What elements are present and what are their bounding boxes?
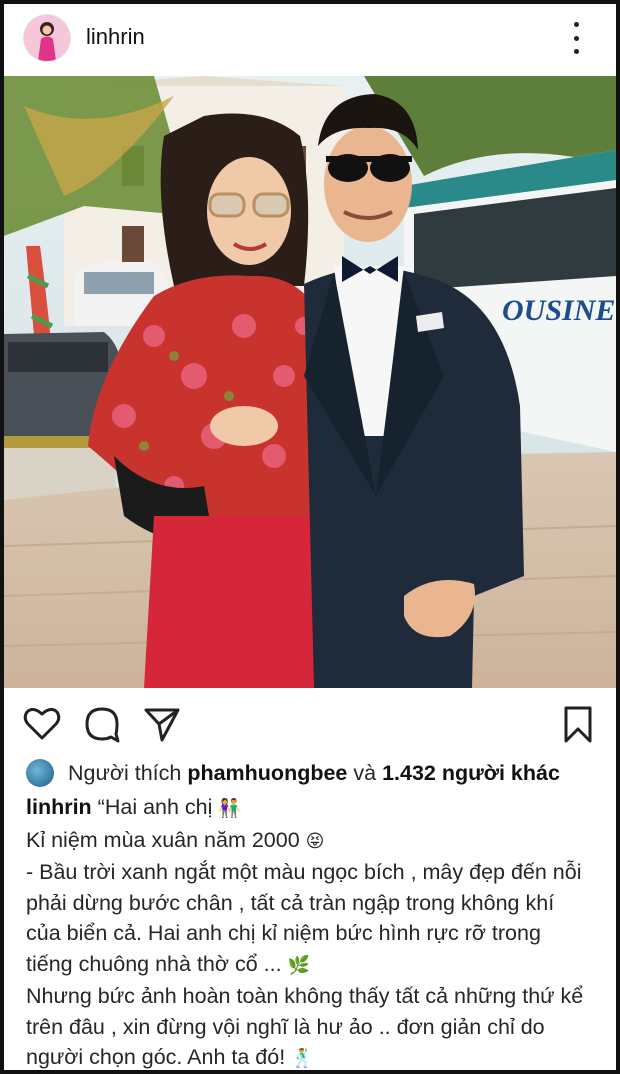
likes-summary[interactable]: Người thích phamhuongbee và 1.432 người …: [26, 758, 606, 788]
caption-line-3: - Bầu trời xanh ngắt một màu ngọc bích ,…: [26, 860, 582, 884]
likes-prefix: Người thích: [68, 760, 182, 785]
tongue-face-emoji: 😝: [305, 830, 325, 852]
avatar[interactable]: [24, 15, 70, 61]
bookmark-icon[interactable]: [558, 704, 598, 744]
caption-line-9: người chọn góc. Anh ta đó! 🕺: [26, 1042, 606, 1070]
likes-count[interactable]: 1.432 người khác: [382, 758, 560, 789]
likes-connector: và: [353, 760, 377, 785]
more-options-icon[interactable]: [564, 22, 588, 54]
herb-emoji: 🌿: [287, 954, 310, 976]
post-caption: Người thích phamhuongbee và 1.432 người …: [26, 758, 606, 1070]
dancer-emoji: 🕺: [291, 1048, 314, 1069]
caption-line-5: của biển cả. Hai anh chị kỉ niệm bức hìn…: [26, 921, 541, 945]
caption-text-9: người chọn góc. Anh ta đó!: [26, 1045, 286, 1069]
liker-username[interactable]: phamhuongbee: [187, 758, 347, 789]
liker-avatar: [26, 759, 54, 787]
caption-text-2: Kỉ niệm mùa xuân năm 2000: [26, 827, 300, 852]
caption-text-1: “Hai anh chị: [97, 795, 213, 819]
caption-line-7: Nhưng bức ảnh hoàn toàn không thấy tất c…: [26, 984, 584, 1008]
caption-text-6: tiếng chuông nhà thờ cổ ...: [26, 951, 282, 976]
comment-icon[interactable]: [82, 704, 122, 744]
caption-line-8: trên đâu , xin đừng vội nghĩ là hư ảo ..…: [26, 1014, 545, 1039]
send-icon[interactable]: [142, 704, 182, 744]
username[interactable]: linhrin: [86, 24, 145, 50]
couple-emoji: 👫: [218, 798, 241, 819]
heart-icon[interactable]: [22, 704, 62, 744]
action-bar: [4, 688, 616, 756]
post-photo[interactable]: OUSINE: [4, 76, 616, 688]
caption-line-2: Kỉ niệm mùa xuân năm 2000 😝: [26, 825, 606, 858]
caption-author[interactable]: linhrin: [26, 795, 92, 819]
caption-line-6: tiếng chuông nhà thờ cổ ... 🌿: [26, 949, 606, 982]
instagram-post: linhrin OUSINE Người thích phamhuongbee …: [4, 4, 616, 1070]
post-header: linhrin: [4, 4, 616, 76]
caption-line-4: phải dừng bước chân , tất cả tràn ngập t…: [26, 890, 555, 915]
caption-line-1: linhrin “Hai anh chị 👫: [26, 792, 606, 825]
bus-sign-text: OUSINE: [502, 294, 615, 327]
